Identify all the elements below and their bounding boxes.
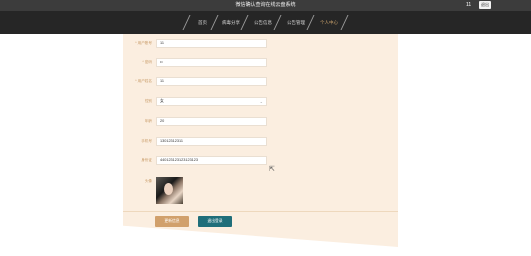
name-field[interactable]: 11 <box>156 77 267 86</box>
nav-separator <box>340 15 349 30</box>
nav-separator <box>240 15 249 30</box>
logout-button[interactable]: 退出 <box>479 1 491 9</box>
phone-field[interactable]: 13012312311 <box>156 137 267 146</box>
avatar-face <box>164 183 173 195</box>
nav-separator <box>182 15 191 30</box>
update-button[interactable]: 更新信息 <box>155 216 189 227</box>
nav-item-notice[interactable]: 公告信息 <box>254 18 272 27</box>
nav-item-share[interactable]: 病毒分享 <box>222 18 240 27</box>
nav-item-home[interactable]: 首页 <box>198 18 207 27</box>
age-field[interactable]: 20 <box>156 117 267 126</box>
nav-separator <box>273 15 282 30</box>
form-divider <box>123 211 398 212</box>
name-label: * 用户姓名 <box>135 79 152 83</box>
app-title: 微信确认查询在线云盘系统 <box>235 2 296 8</box>
gender-value: 女 <box>160 99 164 103</box>
age-label: 年龄 <box>144 119 152 123</box>
phone-label: 手机号 <box>141 139 152 143</box>
chevron-down-icon: ⌄ <box>259 99 263 104</box>
gender-select[interactable]: 女 ⌄ <box>156 97 267 106</box>
id-card-field[interactable]: 440123123123123123 <box>156 156 267 165</box>
mouse-cursor-icon: ⇱ <box>269 166 275 173</box>
nav-separator <box>210 15 219 30</box>
avatar-label: 头像 <box>144 179 152 183</box>
account-field[interactable]: 11 <box>156 39 267 48</box>
avatar-image[interactable] <box>156 177 183 204</box>
top-header-bar: 微信确认查询在线云盘系统 11 退出 <box>0 0 531 11</box>
logout-bottom-button[interactable]: 退出登录 <box>198 216 232 227</box>
account-label: * 用户账号 <box>135 41 152 45</box>
password-field[interactable]: •• <box>156 58 267 67</box>
nav-separator <box>306 15 315 30</box>
current-user: 11 <box>466 2 472 8</box>
password-label: * 密码 <box>142 60 152 64</box>
id-card-label: 身份证 <box>141 158 152 162</box>
nav-item-notice-manage[interactable]: 公告管理 <box>287 18 305 27</box>
nav-item-profile[interactable]: 个人中心 <box>320 18 338 27</box>
gender-label: 性别 <box>144 99 152 103</box>
main-nav: 首页 病毒分享 公告信息 公告管理 个人中心 <box>0 11 531 34</box>
